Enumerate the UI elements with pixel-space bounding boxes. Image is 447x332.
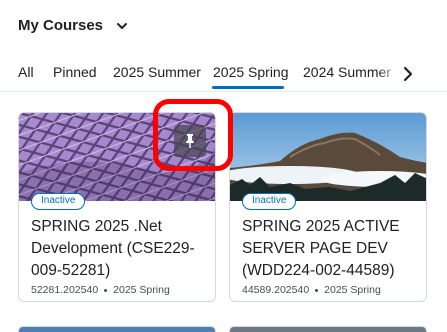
- course-title[interactable]: SPRING 2025 ACTIVE SERVER PAGE DEV (WDD2…: [242, 216, 420, 282]
- course-term: 2025 Spring: [324, 284, 381, 296]
- chevron-down-icon[interactable]: [117, 21, 128, 31]
- status-badge: Inactive: [242, 193, 297, 210]
- tab-2025-spring[interactable]: 2025 Spring: [213, 64, 289, 80]
- my-courses-header[interactable]: My Courses: [18, 17, 128, 34]
- pin-highlight-annotation: [153, 99, 233, 171]
- course-meta: 44589.202540 2025 Spring: [242, 284, 381, 296]
- chevron-right-icon[interactable]: [400, 66, 416, 82]
- course-code: 52281.202540: [31, 284, 99, 296]
- separator-dot: [315, 288, 319, 292]
- course-card[interactable]: Inactive SPRING 2025 ACTIVE SERVER PAGE …: [229, 112, 427, 302]
- active-tab-indicator: [212, 86, 284, 89]
- tab-all[interactable]: All: [18, 64, 34, 80]
- course-card[interactable]: [18, 326, 216, 332]
- tab-pinned[interactable]: Pinned: [53, 64, 97, 80]
- status-badge: Inactive: [31, 193, 86, 210]
- separator-dot: [104, 288, 108, 292]
- course-term: 2025 Spring: [113, 284, 170, 296]
- tab-2025-summer[interactable]: 2025 Summer: [113, 64, 201, 80]
- tabs-fade: [378, 58, 400, 91]
- course-title[interactable]: SPRING 2025 .Net Development (CSE229-009…: [31, 216, 209, 282]
- course-code: 44589.202540: [242, 284, 310, 296]
- page-title: My Courses: [18, 17, 104, 34]
- course-meta: 52281.202540 2025 Spring: [31, 284, 170, 296]
- term-tabs: All Pinned 2025 Summer 2025 Spring 2024 …: [0, 58, 447, 92]
- course-image: [230, 113, 426, 201]
- course-card[interactable]: [229, 326, 427, 332]
